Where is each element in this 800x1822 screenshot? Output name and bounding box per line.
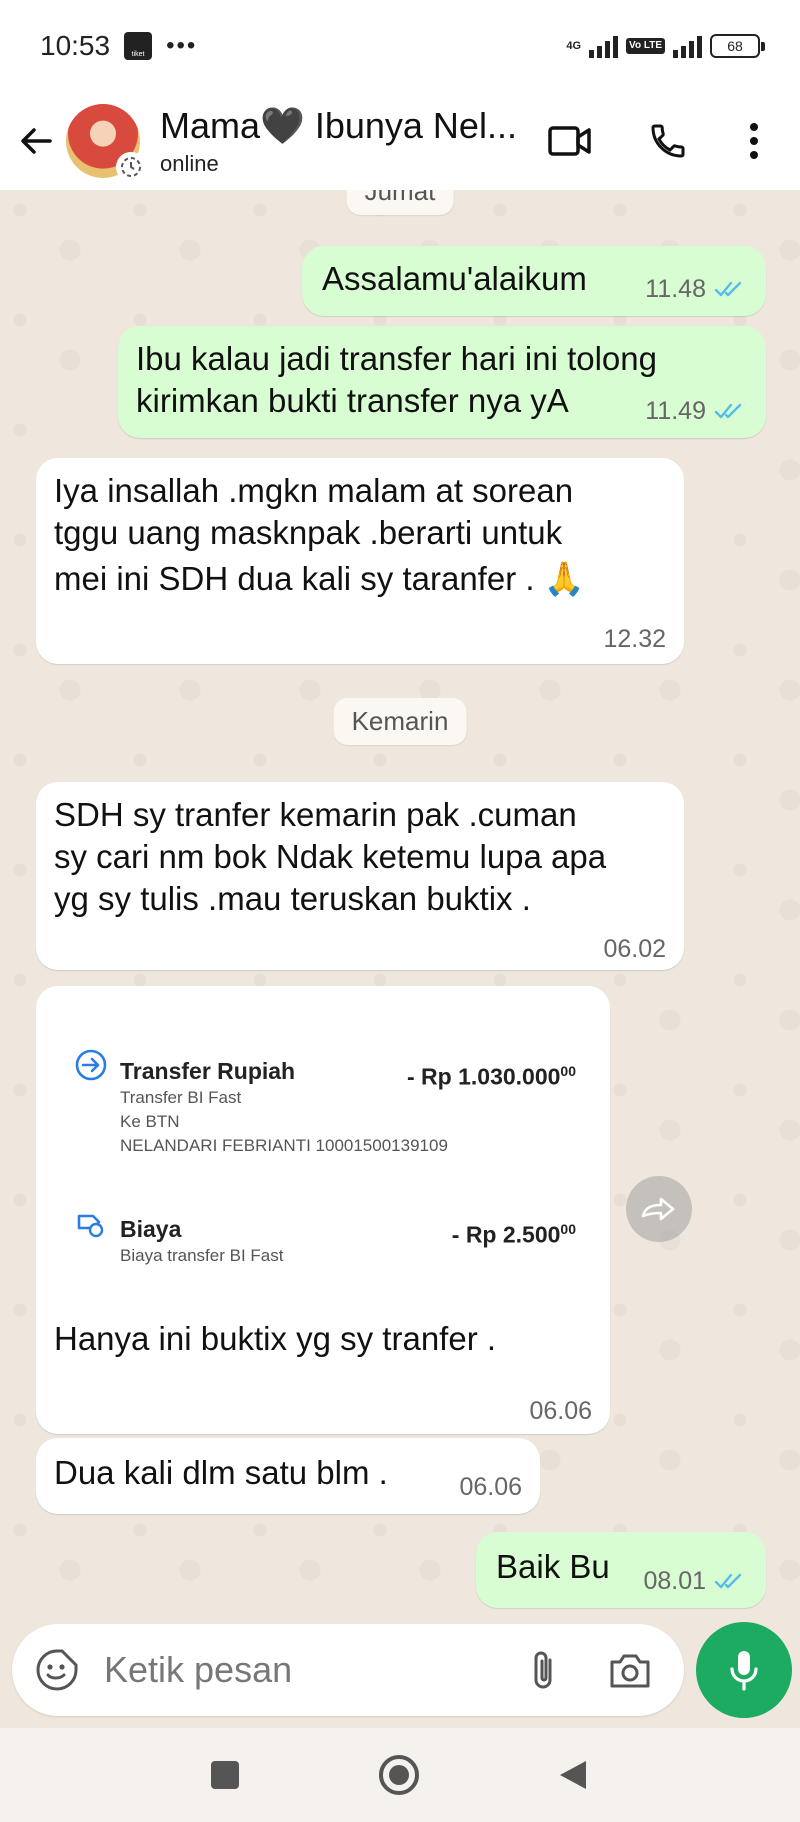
fee-icon bbox=[77, 1214, 104, 1238]
date-chip-kemarin: Kemarin bbox=[333, 698, 467, 745]
home-circle-icon bbox=[379, 1755, 419, 1795]
sticker-emoji-icon[interactable] bbox=[34, 1647, 80, 1693]
attachment-paperclip-icon[interactable] bbox=[526, 1648, 560, 1694]
signal-icon-2 bbox=[673, 34, 702, 58]
message-text-line2: kirimkan bukti transfer nya yA bbox=[136, 382, 569, 419]
video-camera-icon bbox=[548, 126, 591, 156]
amount-cents: 00 bbox=[560, 1221, 576, 1237]
receipt-item-sub: Biaya transfer BI Fast bbox=[120, 1246, 284, 1265]
video-call-button[interactable] bbox=[540, 111, 600, 171]
voice-call-button[interactable] bbox=[638, 111, 698, 171]
signal-icon bbox=[589, 34, 619, 58]
message-outgoing[interactable]: Ibu kalau jadi transfer hari ini tolong … bbox=[118, 326, 766, 438]
contact-status: online bbox=[160, 150, 219, 176]
message-meta: 08.01 bbox=[643, 1560, 748, 1602]
message-outgoing[interactable]: Assalamu'alaikum 11.48 bbox=[302, 246, 766, 316]
forward-icon bbox=[641, 1197, 675, 1221]
message-incoming[interactable]: SDH sy tranfer kemarin pak .cuman sy car… bbox=[36, 782, 684, 970]
message-input[interactable]: Ketik pesan bbox=[104, 1649, 292, 1691]
volte-icon: Vo LTE bbox=[626, 38, 665, 54]
back-button[interactable] bbox=[6, 111, 66, 171]
message-outgoing[interactable]: Baik Bu 08.01 bbox=[476, 1532, 766, 1608]
read-ticks-icon bbox=[714, 1573, 742, 1589]
amount-value: - Rp 2.500 bbox=[451, 1221, 561, 1248]
camera-icon[interactable] bbox=[608, 1650, 652, 1690]
transfer-icon bbox=[75, 1049, 107, 1081]
message-time: 06.06 bbox=[529, 1397, 592, 1425]
amount-cents: 00 bbox=[560, 1063, 576, 1079]
more-notifications-icon: ••• bbox=[166, 32, 198, 59]
contact-name: Mama🖤 Ibunya Nel... bbox=[160, 105, 517, 147]
message-time: 12.32 bbox=[603, 625, 666, 653]
forward-button[interactable] bbox=[626, 1176, 692, 1242]
message-text-line3: mei ini SDH dua kali sy taranfer . 🙏 bbox=[54, 560, 585, 597]
receipt-item-sub: Ke BTN bbox=[120, 1112, 180, 1131]
date-chip-jumat: Jumat bbox=[346, 190, 454, 215]
receipt-item-amount: - Rp 2.50000 bbox=[452, 1208, 576, 1256]
message-text-line1: SDH sy tranfer kemarin pak .cuman bbox=[54, 796, 577, 833]
message-text-line1: Iya insallah .mgkn malam at sorean bbox=[54, 472, 574, 509]
status-time: 10:53 bbox=[40, 30, 111, 61]
more-options-button[interactable] bbox=[724, 111, 784, 171]
message-incoming[interactable]: Dua kali dlm satu blm . 06.06 bbox=[36, 1438, 540, 1514]
receipt-item-amount: - Rp 1.030.00000 bbox=[407, 1050, 576, 1098]
read-ticks-icon bbox=[714, 281, 742, 297]
chat-header: Mama🖤 Ibunya Nel... online bbox=[0, 92, 800, 190]
image-caption: Hanya ini buktix yg sy tranfer . bbox=[54, 1320, 497, 1357]
message-time: 08.01 bbox=[643, 1567, 706, 1595]
message-incoming-image[interactable]: Transfer Rupiah - Rp 1.030.00000 Transfe… bbox=[36, 986, 610, 1434]
battery-icon: 68 bbox=[710, 34, 765, 58]
system-nav-bar bbox=[0, 1728, 800, 1822]
phone-icon bbox=[651, 124, 685, 158]
back-arrow-icon bbox=[21, 128, 52, 154]
message-meta: 11.49 bbox=[645, 390, 748, 432]
message-text-line2: tggu uang masknpak .berarti untuk bbox=[54, 514, 563, 551]
microphone-icon bbox=[730, 1651, 758, 1691]
message-text: Baik Bu bbox=[496, 1548, 610, 1585]
message-text-line2: sy cari nm bok Ndak ketemu lupa apa bbox=[54, 838, 607, 875]
message-text: Assalamu'alaikum bbox=[322, 260, 587, 297]
message-meta: 11.48 bbox=[645, 268, 748, 310]
home-button[interactable] bbox=[374, 1750, 424, 1800]
message-incoming[interactable]: Iya insallah .mgkn malam at sorean tggu … bbox=[36, 458, 684, 664]
recents-button[interactable] bbox=[200, 1750, 250, 1800]
status-ring-icon bbox=[116, 152, 146, 182]
triangle-back-icon bbox=[560, 1761, 586, 1789]
battery-level: 68 bbox=[727, 38, 743, 54]
receipt-item-sub: Transfer BI Fast bbox=[120, 1088, 242, 1107]
message-time: 06.06 bbox=[459, 1473, 522, 1501]
message-text: Dua kali dlm satu blm . bbox=[54, 1454, 388, 1491]
contact-avatar[interactable] bbox=[66, 104, 146, 182]
tiket-icon-label: tiket bbox=[131, 51, 145, 58]
read-ticks-icon bbox=[714, 403, 742, 419]
contact-info[interactable]: Mama🖤 Ibunya Nel... online bbox=[160, 105, 550, 176]
kebab-menu-icon bbox=[750, 123, 758, 159]
status-bar: 10:53 tiket ••• 4G Vo LTE 68 bbox=[0, 0, 800, 92]
message-time: 06.02 bbox=[603, 935, 666, 963]
back-nav-button[interactable] bbox=[548, 1750, 598, 1800]
message-text-line1: Ibu kalau jadi transfer hari ini tolong bbox=[136, 340, 657, 377]
voice-message-button[interactable] bbox=[696, 1622, 792, 1718]
receipt-item-sub: NELANDARI FEBRIANTI 10001500139109 bbox=[120, 1136, 448, 1155]
message-input-bar[interactable]: Ketik pesan bbox=[12, 1624, 684, 1716]
message-text-line3: yg sy tulis .mau teruskan buktix . bbox=[54, 880, 531, 917]
square-icon bbox=[211, 1761, 239, 1789]
network-type: 4G bbox=[566, 39, 582, 52]
message-time: 11.49 bbox=[645, 397, 706, 425]
tiket-notification-icon: tiket bbox=[124, 32, 153, 60]
chat-area[interactable]: Jumat Assalamu'alaikum 11.48 Ibu kalau j… bbox=[0, 190, 800, 1614]
amount-value: - Rp 1.030.000 bbox=[407, 1063, 561, 1090]
receipt-image[interactable]: Transfer Rupiah - Rp 1.030.00000 Transfe… bbox=[42, 992, 604, 1298]
message-time: 11.48 bbox=[645, 275, 706, 303]
